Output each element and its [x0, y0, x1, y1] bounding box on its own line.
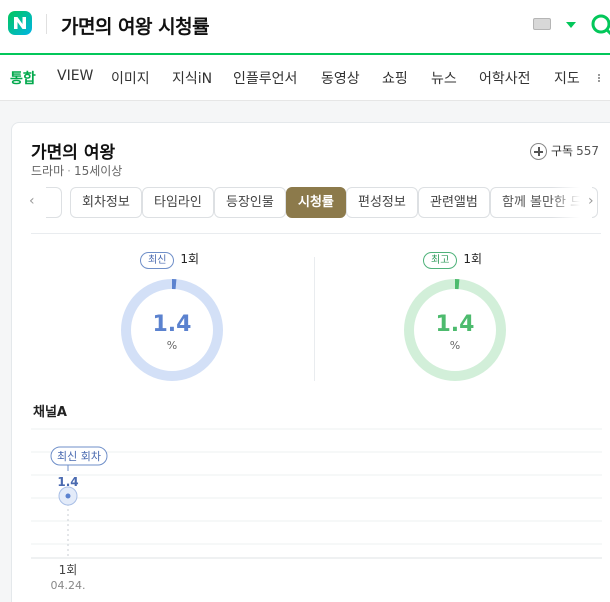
- keyboard-icon[interactable]: [533, 18, 551, 30]
- tabs-fade: [552, 185, 592, 221]
- search-header: 가면의 여왕 시청률: [0, 0, 610, 54]
- best-rating-label: 최고 1회: [423, 250, 482, 269]
- data-point-0: [65, 493, 71, 499]
- tab-dictionary[interactable]: 어학사전: [479, 68, 531, 88]
- best-badge: 최고: [423, 252, 458, 269]
- more-icon[interactable]: [598, 74, 606, 82]
- tab-knowledge-in[interactable]: 지식iN: [172, 68, 212, 88]
- search-icon[interactable]: [590, 13, 610, 37]
- tab-episode-info[interactable]: 회차정보: [70, 187, 142, 218]
- tab-news[interactable]: 뉴스: [431, 68, 457, 88]
- drama-genre: 드라마: [31, 164, 65, 178]
- search-query-text[interactable]: 가면의 여왕 시청률: [61, 12, 210, 39]
- best-rating-donut: 1.4 %: [403, 278, 507, 382]
- latest-rating-value: 1.4: [152, 312, 192, 337]
- x-tick-label-0: 1회: [59, 563, 78, 577]
- naver-logo-icon[interactable]: [8, 11, 32, 35]
- section-divider: [31, 233, 601, 234]
- tab-ratings[interactable]: 시청률: [286, 187, 346, 218]
- chevron-right-icon[interactable]: ›: [588, 193, 594, 209]
- best-episode: 1회: [463, 252, 483, 266]
- tab-images[interactable]: 이미지: [111, 68, 150, 88]
- chevron-down-icon[interactable]: [566, 22, 576, 28]
- latest-episode: 1회: [180, 252, 200, 266]
- x-date-label-0: 04.24.: [51, 579, 86, 592]
- tab-view[interactable]: VIEW: [57, 68, 93, 84]
- tab-timeline[interactable]: 타임라인: [142, 187, 214, 218]
- latest-badge: 최신: [140, 252, 175, 269]
- tab-influencer[interactable]: 인플루언서: [233, 68, 297, 88]
- search-category-tabs: 통합 VIEW 이미지 지식iN 인플루언서 동영상 쇼핑 뉴스 어학사전 지도: [0, 55, 610, 101]
- tab-video[interactable]: 동영상: [321, 68, 360, 88]
- rating-divider: [314, 257, 315, 381]
- follow-button[interactable]: 구독 557: [530, 142, 599, 160]
- tab-integrated[interactable]: 통합: [10, 68, 36, 88]
- ratings-line-chart: 최신 회차1.41회04.24.: [31, 428, 602, 592]
- drama-title[interactable]: 가면의 여왕: [31, 138, 115, 163]
- latest-rating-label: 최신 1회: [140, 250, 199, 269]
- tab-hidden-previous[interactable]: [46, 187, 62, 218]
- header-separator: [46, 14, 47, 34]
- n-logo-glyph: [14, 17, 26, 29]
- latest-episode-badge-label: 최신 회차: [57, 450, 101, 463]
- follow-label: 구독: [551, 144, 574, 158]
- plus-icon: [530, 143, 547, 160]
- follow-count: 557: [576, 144, 599, 158]
- tab-map[interactable]: 지도: [554, 68, 580, 88]
- chevron-left-icon[interactable]: ‹: [29, 193, 35, 209]
- tab-cast[interactable]: 등장인물: [214, 187, 286, 218]
- tab-schedule[interactable]: 편성정보: [346, 187, 418, 218]
- best-rating-unit: %: [449, 339, 461, 352]
- drama-info-card: 가면의 여왕 드라마 · 15세이상 구독 557 ‹ 회차정보 타임라인 등장인물 …: [11, 122, 610, 602]
- drama-meta: 드라마 · 15세이상: [31, 162, 122, 179]
- best-rating-value: 1.4: [435, 312, 475, 337]
- tab-shopping[interactable]: 쇼핑: [382, 68, 408, 88]
- tab-related-album[interactable]: 관련앨범: [418, 187, 490, 218]
- latest-rating-unit: %: [166, 339, 178, 352]
- meta-dot: ·: [67, 164, 71, 178]
- latest-rating-donut: 1.4 %: [120, 278, 224, 382]
- drama-age-rating: 15세이상: [73, 164, 123, 178]
